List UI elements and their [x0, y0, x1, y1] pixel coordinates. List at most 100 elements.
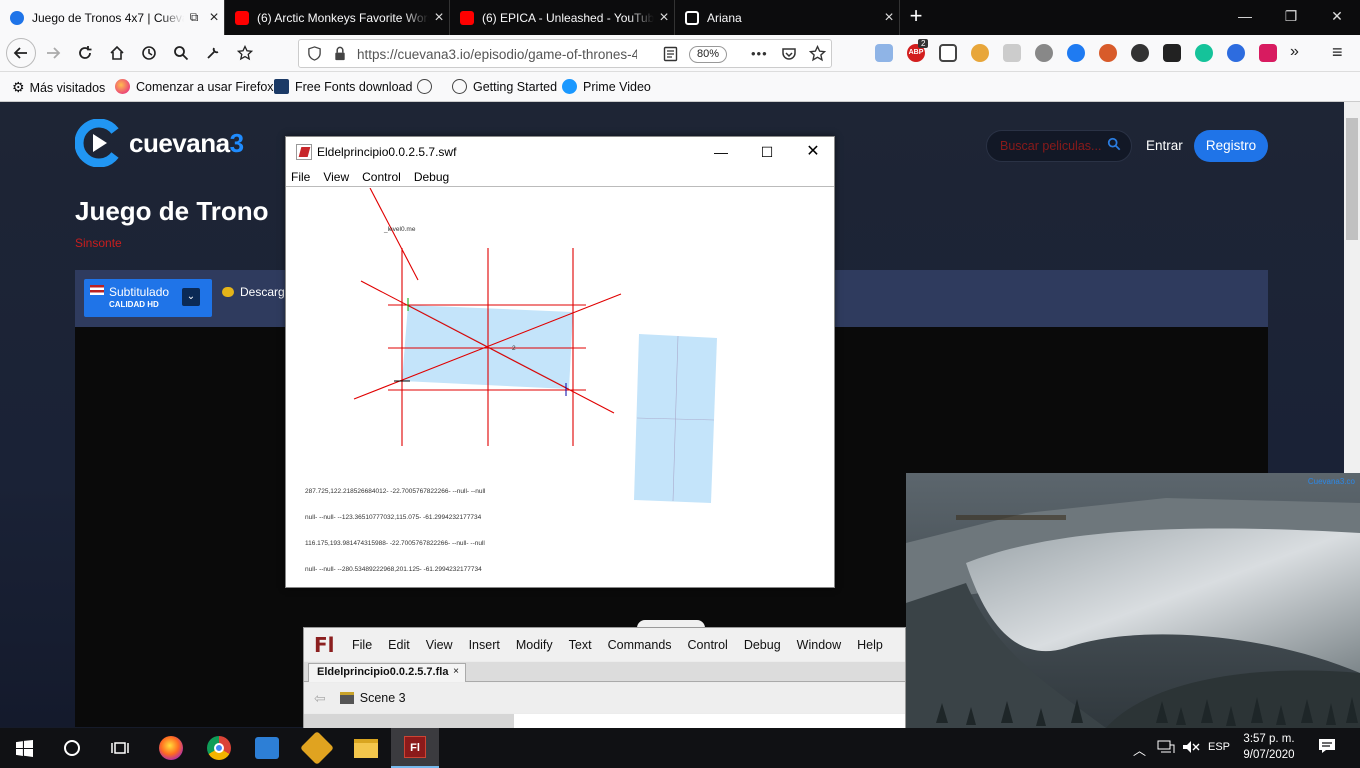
menu-file[interactable]: File — [286, 167, 315, 186]
close-button[interactable]: ✕ — [798, 141, 828, 163]
address-bar[interactable]: https://cuevana3.io/episodio/game-of-thr… — [298, 39, 832, 68]
bookmark-globe[interactable] — [417, 79, 438, 94]
restore-button[interactable]: ❐ — [1268, 0, 1314, 32]
back-arrow-icon[interactable]: ⇦ — [314, 690, 326, 707]
monkey-extension-icon[interactable] — [971, 44, 989, 62]
account-icon[interactable] — [1131, 44, 1149, 62]
search-button[interactable] — [168, 40, 194, 66]
zoom-indicator[interactable]: 80% — [689, 46, 727, 63]
tab-cuevana[interactable]: Juego de Tronos 4x7 | Cuevana ⧉ × — [0, 0, 225, 35]
taskbar-file-explorer[interactable] — [342, 728, 390, 768]
screenshot-extension-icon[interactable] — [875, 44, 893, 62]
close-document-icon[interactable]: × — [453, 666, 459, 677]
taskbar-media-player[interactable] — [243, 728, 291, 768]
minimize-button[interactable]: — — [1222, 0, 1268, 32]
register-button[interactable]: Registro — [1194, 130, 1268, 162]
shield-icon[interactable] — [307, 46, 322, 61]
bookmark-prime-video[interactable]: Prime Video — [562, 79, 651, 94]
bookmark-comenzar-firefox[interactable]: Comenzar a usar Firefox — [115, 79, 274, 94]
movie-search-input[interactable]: Buscar peliculas... — [986, 130, 1132, 162]
customize-button[interactable] — [200, 40, 226, 66]
language-indicator[interactable]: ESP — [1208, 741, 1230, 753]
episode-subtitle[interactable]: Sinsonte — [75, 236, 122, 250]
system-clock[interactable]: 3:57 p. m. 9/07/2020 — [1238, 731, 1300, 763]
page-actions-button[interactable]: ••• — [751, 46, 768, 61]
messenger-icon[interactable] — [1067, 44, 1085, 62]
download-extension-icon[interactable] — [1259, 44, 1277, 62]
lock-icon[interactable] — [333, 46, 347, 61]
bookmark-page-star-icon[interactable] — [809, 45, 826, 62]
ide-menu-file[interactable]: File — [352, 638, 372, 652]
close-tab-icon[interactable]: × — [654, 9, 674, 27]
reload-button[interactable] — [72, 40, 98, 66]
overflow-chevron-icon[interactable]: » — [1290, 43, 1299, 61]
taskbar-chrome[interactable] — [195, 728, 243, 768]
cortana-search-button[interactable] — [48, 728, 96, 768]
close-tab-icon[interactable]: × — [429, 9, 449, 27]
close-tab-icon[interactable]: × — [879, 9, 899, 27]
tab-ariana[interactable]: Ariana × — [675, 0, 900, 35]
maximize-button[interactable]: ☐ — [752, 141, 782, 163]
menu-debug[interactable]: Debug — [409, 167, 454, 186]
menu-view[interactable]: View — [318, 167, 354, 186]
window-titlebar[interactable]: Eldelprincipio0.0.2.5.7.swf — ☐ ✕ — [286, 137, 834, 167]
notifications-icon[interactable] — [1318, 738, 1336, 757]
task-view-button[interactable] — [96, 728, 144, 768]
search-icon[interactable] — [1107, 137, 1121, 151]
bookmark-mas-visitados[interactable]: ⚙ Más visitados — [12, 79, 105, 96]
volume-muted-icon[interactable] — [1182, 740, 1200, 757]
new-tab-button[interactable]: + — [902, 4, 930, 30]
tool-extension-icon[interactable] — [1163, 44, 1181, 62]
home-button[interactable] — [104, 40, 130, 66]
ide-menu-help[interactable]: Help — [857, 638, 883, 652]
ide-menu-insert[interactable]: Insert — [469, 638, 500, 652]
ide-menu-modify[interactable]: Modify — [516, 638, 553, 652]
close-window-button[interactable]: ✕ — [1314, 0, 1360, 32]
globe-extension-icon[interactable] — [1227, 44, 1245, 62]
menu-control[interactable]: Control — [357, 167, 406, 186]
s-extension-icon[interactable] — [1003, 44, 1021, 62]
history-button[interactable] — [136, 40, 162, 66]
bookmark-getting-started[interactable]: Getting Started — [452, 79, 557, 94]
login-link[interactable]: Entrar — [1146, 138, 1183, 153]
menu-hamburger-icon[interactable]: ≡ — [1332, 42, 1343, 63]
flash-stage[interactable]: _level0.me 2 287.725,122.218526684012- -… — [286, 187, 834, 587]
url-text[interactable]: https://cuevana3.io/episodio/game-of-thr… — [357, 47, 637, 62]
forward-button[interactable] — [40, 40, 66, 66]
scrollbar-thumb[interactable] — [1346, 118, 1358, 240]
download-option[interactable]: Descarga — [222, 285, 291, 299]
cuevana-logo[interactable]: cuevana3 — [75, 119, 244, 167]
ide-menu-text[interactable]: Text — [569, 638, 592, 652]
ide-menu-control[interactable]: Control — [688, 638, 728, 652]
document-tab[interactable]: Eldelprincipio0.0.2.5.7.fla × — [308, 663, 466, 682]
sidebar-icon[interactable] — [939, 44, 957, 62]
scene-name[interactable]: Scene 3 — [360, 691, 406, 705]
subtitled-option-button[interactable]: Subtitulado CALIDAD HD ⌄ — [84, 279, 212, 317]
tab-arctic-monkeys[interactable]: (6) Arctic Monkeys Favorite Worst Nightm… — [225, 0, 450, 35]
firefox-extension-icon[interactable] — [1099, 44, 1117, 62]
bookmark-free-fonts[interactable]: Free Fonts download — [274, 79, 412, 94]
minimize-button[interactable]: — — [706, 141, 736, 163]
network-icon[interactable] — [1157, 740, 1175, 757]
tab-epica[interactable]: (6) EPICA - Unleashed - YouTube × — [450, 0, 675, 35]
ide-menu-debug[interactable]: Debug — [744, 638, 781, 652]
picture-in-picture-video[interactable]: Cuevana3.co — [906, 473, 1360, 728]
taskbar-flash[interactable]: Fl — [391, 728, 439, 768]
ide-menu-edit[interactable]: Edit — [388, 638, 410, 652]
close-tab-icon[interactable]: × — [204, 9, 224, 27]
chevron-down-icon[interactable]: ⌄ — [182, 288, 200, 306]
ide-stage-area[interactable] — [514, 714, 905, 728]
show-hidden-icons-chevron-icon[interactable]: ︿ — [1133, 740, 1146, 759]
grammarly-icon[interactable] — [1195, 44, 1213, 62]
pip-icon[interactable]: ⧉ — [184, 10, 204, 25]
settings-extension-icon[interactable] — [1035, 44, 1053, 62]
pocket-icon[interactable] — [781, 46, 797, 62]
taskbar-winamp[interactable] — [293, 728, 341, 768]
bookmark-star-button[interactable] — [232, 40, 258, 66]
reader-view-icon[interactable] — [663, 46, 678, 62]
start-button[interactable] — [0, 728, 48, 768]
taskbar-firefox[interactable] — [147, 728, 195, 768]
ide-menu-view[interactable]: View — [426, 638, 453, 652]
ide-menu-commands[interactable]: Commands — [608, 638, 672, 652]
ide-menu-window[interactable]: Window — [797, 638, 841, 652]
